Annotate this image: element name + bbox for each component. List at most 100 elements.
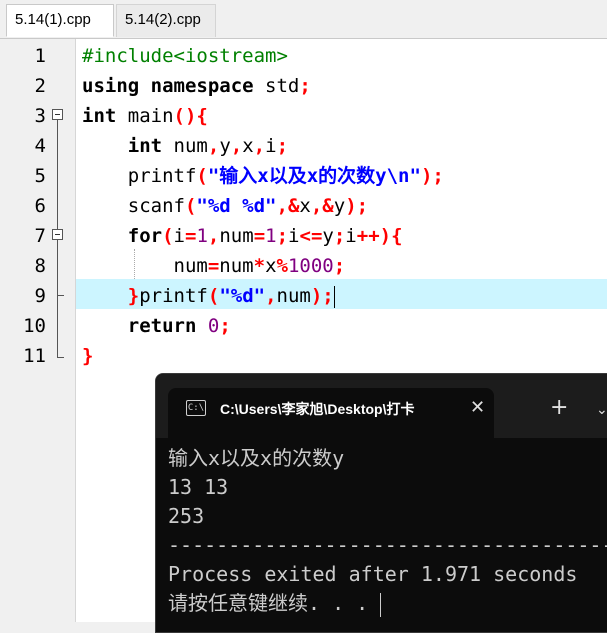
symbol: ;	[219, 315, 231, 337]
terminal-prompt-text: 请按任意键继续. . .	[168, 591, 381, 615]
symbol: (	[162, 225, 174, 247]
symbol: =	[207, 255, 220, 277]
tab-5-14-2-cpp[interactable]: 5.14(2).cpp	[116, 4, 216, 37]
identifier: x	[265, 255, 277, 277]
function-name: printf	[139, 285, 208, 307]
terminal-output-line: 13 13	[168, 475, 229, 499]
identifier: num	[219, 255, 254, 277]
text-caret	[333, 285, 335, 308]
line-number: 10	[23, 315, 46, 337]
symbol: *	[253, 255, 266, 277]
identifier: i	[345, 225, 357, 247]
terminal-tab-title: C:\Users\李家旭\Desktop\打卡	[220, 401, 415, 417]
fold-collapse-for-icon[interactable]	[52, 229, 63, 240]
symbol: ,	[253, 135, 266, 157]
symbol: ,&	[310, 195, 334, 217]
symbol: ;	[276, 225, 289, 247]
identifier: i	[265, 135, 277, 157]
terminal-window[interactable]: C:\ C:\Users\李家旭\Desktop\打卡 ✕ + ⌄ 输入x以及x…	[155, 373, 607, 633]
code-line-3: int main(){	[82, 101, 208, 131]
number-literal: 1000	[287, 255, 334, 277]
keyword: for	[127, 225, 163, 247]
number-literal: 1	[265, 225, 277, 247]
symbol: );	[420, 165, 444, 187]
chevron-down-icon[interactable]: ⌄	[596, 396, 607, 424]
keyword: int	[82, 105, 117, 127]
code-line-7: for(i=1,num=1;i<=y;i++){	[82, 221, 403, 251]
code-line-4: int num,y,x,i;	[82, 131, 288, 161]
fold-end-tick	[57, 295, 64, 296]
identifier: main	[116, 105, 174, 127]
identifier: num	[219, 225, 254, 247]
code-line-10: return 0;	[82, 311, 231, 341]
identifier: i	[173, 225, 185, 247]
symbol: );	[345, 195, 369, 217]
symbol: ,	[207, 135, 220, 157]
symbol: ;	[299, 75, 311, 97]
number-literal: 1	[196, 225, 208, 247]
line-number: 11	[23, 345, 46, 367]
terminal-output-line: 输入x以及x的次数y	[168, 446, 345, 470]
identifier: i	[288, 225, 300, 247]
code-line-8: num=num*x%1000;	[82, 251, 346, 281]
symbol: }	[127, 285, 140, 307]
function-name: scanf	[127, 195, 185, 217]
fold-collapse-main-icon[interactable]	[52, 109, 63, 120]
tab-5-14-1-cpp[interactable]: 5.14(1).cpp	[6, 4, 114, 37]
string-literal: "%d"	[219, 285, 266, 307]
terminal-tab-bar: C:\ C:\Users\李家旭\Desktop\打卡 ✕ + ⌄	[156, 374, 607, 438]
keyword: return	[127, 315, 197, 337]
symbol: ,	[207, 225, 220, 247]
symbol: ,	[265, 285, 277, 307]
identifier: y	[219, 135, 231, 157]
symbol: ;	[276, 135, 289, 157]
fold-guide-line	[57, 295, 58, 357]
number-literal: 0	[207, 315, 220, 337]
code-line-5: printf("输入x以及x的次数y\n");	[82, 161, 444, 191]
editor-tab-bar: 5.14(1).cpp 5.14(2).cpp	[0, 0, 607, 39]
code-line-6: scanf("%d %d",&x,&y);	[82, 191, 368, 221]
symbol: (	[184, 195, 197, 217]
fold-end-tick	[57, 357, 64, 358]
symbol: }	[82, 345, 94, 367]
symbol: =	[185, 225, 197, 247]
line-number: 6	[34, 195, 46, 217]
terminal-tab[interactable]: C:\ C:\Users\李家旭\Desktop\打卡 ✕	[168, 388, 494, 438]
line-number: 5	[34, 165, 46, 187]
symbol: );	[310, 285, 334, 307]
identifier: y	[333, 195, 346, 217]
keyword: namespace	[150, 75, 254, 97]
symbol: (){	[173, 105, 208, 127]
line-number: 8	[34, 255, 46, 277]
symbol: (	[196, 165, 208, 187]
symbol: ++){	[356, 225, 403, 247]
symbol: ;	[333, 225, 346, 247]
identifier: y	[322, 225, 334, 247]
string-literal: "%d %d"	[196, 195, 277, 217]
line-number: 9	[34, 285, 46, 307]
terminal-output-line: 253	[168, 504, 205, 528]
code-line-9: }printf("%d",num);	[82, 281, 335, 311]
fold-guide-line	[57, 240, 58, 295]
symbol: ,&	[276, 195, 300, 217]
identifier: num	[173, 255, 208, 277]
string-literal: "输入x以及x的次数y\n"	[207, 165, 421, 187]
line-number: 1	[34, 45, 46, 67]
identifier: x	[299, 195, 311, 217]
new-tab-icon[interactable]: +	[550, 394, 568, 422]
code-line-11: }	[82, 341, 93, 371]
symbol: ,	[230, 135, 243, 157]
identifier: x	[242, 135, 254, 157]
code-line-1: #include<iostream>	[82, 41, 288, 71]
preprocessor-directive: #include<iostream>	[82, 45, 288, 67]
line-number: 2	[34, 75, 46, 97]
close-tab-icon[interactable]: ✕	[470, 396, 485, 420]
